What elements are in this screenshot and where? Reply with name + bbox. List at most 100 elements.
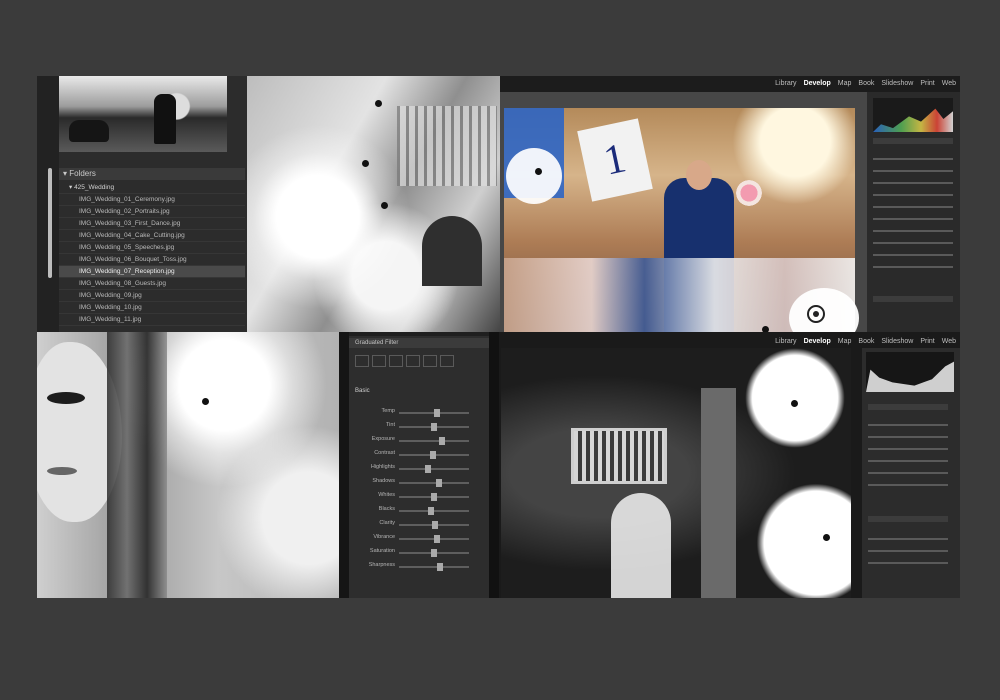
module-map[interactable]: Map: [838, 80, 852, 87]
heal-spot-marker[interactable]: [375, 100, 382, 107]
slider-track[interactable]: [399, 440, 469, 442]
slider-track[interactable]: [873, 218, 953, 220]
panel-section[interactable]: [868, 516, 948, 522]
slider-track[interactable]: [873, 206, 953, 208]
folders-header[interactable]: ▾ Folders: [59, 168, 245, 180]
slider-knob[interactable]: [427, 507, 434, 515]
slider-track[interactable]: [399, 510, 469, 512]
graduated-filter-icon[interactable]: [406, 355, 420, 367]
file-item[interactable]: IMG_Wedding_09.jpg: [59, 290, 245, 302]
slider-track[interactable]: [868, 460, 948, 462]
file-item[interactable]: IMG_Wedding_03_First_Dance.jpg: [59, 218, 245, 230]
module-library[interactable]: Library: [775, 338, 796, 345]
slider-track[interactable]: [873, 266, 953, 268]
folders-scrollbar[interactable]: [48, 168, 52, 278]
crop-icon[interactable]: [355, 355, 369, 367]
module-picker: Library Develop Map Book Slideshow Print Web: [768, 80, 956, 87]
hair: [107, 332, 167, 598]
slider-row: Contrast: [355, 448, 483, 462]
slider-track[interactable]: [868, 436, 948, 438]
reception-hall-photo[interactable]: [501, 348, 851, 598]
module-book[interactable]: Book: [858, 338, 874, 345]
slider-track[interactable]: [399, 468, 469, 470]
heal-spot-marker[interactable]: [381, 202, 388, 209]
slider-knob[interactable]: [438, 437, 445, 445]
file-item[interactable]: IMG_Wedding_02_Portraits.jpg: [59, 206, 245, 218]
module-map[interactable]: Map: [838, 338, 852, 345]
slider-track[interactable]: [873, 170, 953, 172]
image-stage: 1: [500, 92, 895, 332]
brush-cursor-icon[interactable]: [807, 305, 825, 323]
slider-row: Clarity: [355, 518, 483, 532]
slider-track[interactable]: [868, 538, 948, 540]
file-item[interactable]: IMG_Wedding_01_Ceremony.jpg: [59, 194, 245, 206]
radial-filter-icon[interactable]: [423, 355, 437, 367]
file-item[interactable]: IMG_Wedding_10.jpg: [59, 302, 245, 314]
slider-row: Temp: [355, 406, 483, 420]
slider-knob[interactable]: [424, 465, 431, 473]
slider-track[interactable]: [873, 254, 953, 256]
slider-track[interactable]: [868, 550, 948, 552]
slider-knob[interactable]: [434, 535, 441, 543]
slider-label: Saturation: [369, 548, 395, 554]
slider-track[interactable]: [873, 230, 953, 232]
brush-icon[interactable]: [440, 355, 454, 367]
wedding-speech-photo[interactable]: 1: [504, 108, 859, 332]
module-develop[interactable]: Develop: [804, 80, 831, 87]
slider-knob[interactable]: [429, 451, 436, 459]
slider-knob[interactable]: [431, 493, 437, 501]
panel-header[interactable]: Graduated Filter: [349, 338, 489, 348]
file-item[interactable]: IMG_Wedding_11.jpg: [59, 314, 245, 326]
slider-knob[interactable]: [431, 549, 437, 557]
slider-track[interactable]: [868, 448, 948, 450]
heal-spot-marker[interactable]: [791, 400, 798, 407]
navigator-thumbnail[interactable]: [59, 76, 227, 152]
module-book[interactable]: Book: [858, 80, 874, 87]
slider-track[interactable]: [873, 182, 953, 184]
module-web[interactable]: Web: [942, 80, 956, 87]
slider-knob[interactable]: [436, 479, 443, 487]
slider-label: Highlights: [370, 464, 395, 470]
slider-track[interactable]: [868, 484, 948, 486]
slider-track[interactable]: [868, 472, 948, 474]
red-eye-icon[interactable]: [389, 355, 403, 367]
slider-track[interactable]: [873, 194, 953, 196]
tool-strip[interactable]: [868, 404, 948, 410]
module-develop[interactable]: Develop: [804, 338, 831, 345]
slider-knob[interactable]: [431, 423, 437, 431]
slider-knob[interactable]: [437, 563, 444, 571]
develop-right-panel: [862, 348, 960, 598]
couple: [611, 493, 671, 598]
heal-spot-marker[interactable]: [823, 534, 830, 541]
spot-removal-icon[interactable]: [372, 355, 386, 367]
file-item[interactable]: IMG_Wedding_05_Speeches.jpg: [59, 242, 245, 254]
slider-knob[interactable]: [432, 521, 439, 529]
tool-strip[interactable]: [873, 138, 953, 144]
module-print[interactable]: Print: [920, 338, 934, 345]
folder-item[interactable]: ▾ 425_Wedding: [59, 182, 245, 194]
adjustment-panel: Graduated Filter Basic Temp Tint Exposure C…: [349, 332, 489, 598]
module-print[interactable]: Print: [920, 80, 934, 87]
folder-list: ▾ 425_Wedding IMG_Wedding_01_Ceremony.jpg…: [59, 182, 245, 326]
file-item[interactable]: IMG_Wedding_04_Cake_Cutting.jpg: [59, 230, 245, 242]
balcony-railing: [397, 106, 497, 186]
slider-track[interactable]: [868, 424, 948, 426]
file-item[interactable]: IMG_Wedding_06_Bouquet_Toss.jpg: [59, 254, 245, 266]
slider-track[interactable]: [399, 482, 469, 484]
file-item[interactable]: IMG_Wedding_07_Reception.jpg: [59, 266, 245, 278]
slider-knob[interactable]: [434, 409, 441, 417]
heal-spot-marker[interactable]: [362, 160, 369, 167]
module-web[interactable]: Web: [942, 338, 956, 345]
panel-footer[interactable]: [873, 296, 953, 302]
module-library[interactable]: Library: [775, 80, 796, 87]
divider: [349, 332, 489, 336]
heal-spot-marker[interactable]: [202, 398, 209, 405]
slider-track[interactable]: [868, 562, 948, 564]
slider-track[interactable]: [873, 158, 953, 160]
module-slideshow[interactable]: Slideshow: [881, 338, 913, 345]
heal-spot-marker[interactable]: [535, 168, 542, 175]
file-item[interactable]: IMG_Wedding_08_Guests.jpg: [59, 278, 245, 290]
slider-track[interactable]: [399, 566, 469, 568]
module-slideshow[interactable]: Slideshow: [881, 80, 913, 87]
slider-track[interactable]: [873, 242, 953, 244]
